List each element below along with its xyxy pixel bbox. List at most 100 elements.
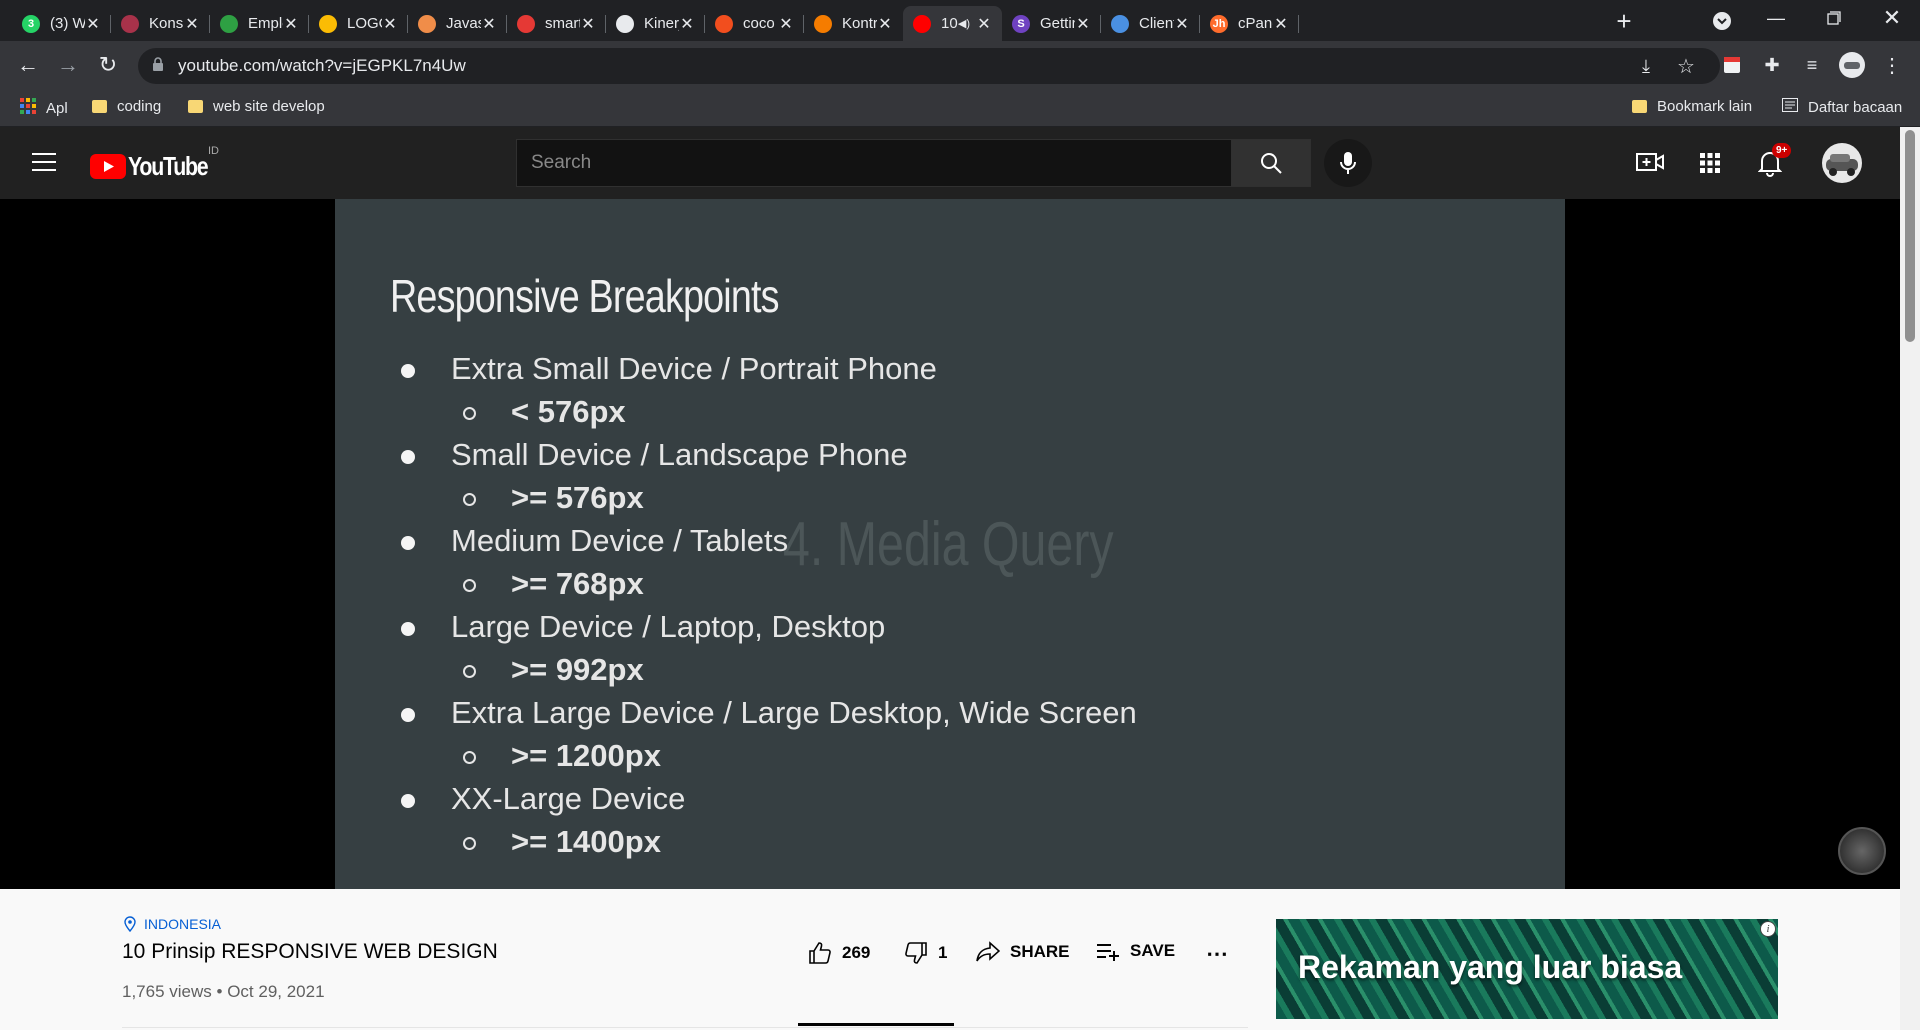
youtube-logo[interactable]: YouTube [90, 151, 225, 182]
browser-tab[interactable]: Konsultasi✕ [111, 6, 210, 41]
tab-favicon-icon [517, 14, 535, 33]
tab-favicon-icon [715, 14, 733, 33]
tab-favicon-icon [1111, 14, 1129, 33]
bookmark-folder-web[interactable]: web site develop [188, 98, 325, 115]
bullet-circle [463, 493, 476, 506]
tab-close-icon[interactable]: ✕ [481, 14, 497, 34]
tab-close-icon[interactable]: ✕ [85, 14, 101, 34]
back-icon[interactable]: ← [12, 49, 44, 81]
video-info-section: INDONESIA 10 Prinsip RESPONSIVE WEB DESI… [0, 889, 1900, 1030]
like-button[interactable]: 269 [808, 941, 870, 965]
browser-tab[interactable]: Client ✕ [1101, 6, 1200, 41]
tab-favicon-icon [121, 14, 139, 33]
tab-audio-icon[interactable]: ◀) [958, 17, 970, 30]
tab-close-icon[interactable]: ✕ [679, 14, 695, 34]
browser-tab[interactable]: Kontrak✕ [804, 6, 903, 41]
ad-info-icon[interactable]: i [1760, 921, 1776, 937]
save-button[interactable]: SAVE [1096, 941, 1175, 961]
tab-close-icon[interactable]: ✕ [382, 14, 398, 34]
bullet-circle [463, 837, 476, 850]
playlist-add-icon [1097, 944, 1119, 961]
bullet-dot [401, 364, 415, 378]
reload-icon[interactable]: ↻ [92, 49, 124, 81]
breakpoint-value: >= 992px [511, 652, 644, 687]
tab-favicon-icon: 3 [22, 14, 40, 33]
folder-icon [1632, 100, 1647, 113]
tab-close-icon[interactable]: ✕ [1075, 14, 1091, 34]
like-count: 269 [842, 943, 871, 962]
minimize-icon[interactable]: — [1760, 2, 1792, 34]
thumbs-down-icon [905, 942, 927, 964]
media-control-icon[interactable]: ≡ [1796, 49, 1828, 81]
more-actions-icon[interactable]: ⋯ [1206, 941, 1229, 967]
tab-close-icon[interactable]: ✕ [877, 14, 893, 34]
browser-tab[interactable]: smarthome✕ [507, 6, 606, 41]
browser-tab[interactable]: 3 (3) WhatsApp✕ [12, 6, 111, 41]
account-avatar[interactable] [1822, 143, 1862, 183]
video-meta: 1,765 views • Oct 29, 2021 [122, 982, 325, 1001]
tab-favicon-icon [220, 14, 238, 33]
bullet-circle [463, 751, 476, 764]
browser-tab[interactable]: coco p✕ [705, 6, 804, 41]
tab-title: smarthome [545, 15, 580, 32]
install-icon[interactable]: ⤓ [1630, 50, 1662, 82]
bullet-dot [401, 536, 415, 550]
new-tab-icon[interactable]: + [1608, 5, 1640, 37]
tab-close-icon[interactable]: ✕ [283, 14, 299, 34]
browser-tab[interactable]: Javascript✕ [408, 6, 507, 41]
scrollbar-thumb[interactable] [1905, 130, 1915, 342]
bullet-dot [401, 622, 415, 636]
profile-avatar[interactable] [1836, 49, 1868, 81]
channel-watermark[interactable] [1838, 827, 1886, 875]
ad-banner[interactable]: Rekaman yang luar biasa [1276, 919, 1778, 1019]
view-count: 1,765 views [122, 982, 212, 1001]
bookmark-folder-other[interactable]: Bookmark lain [1632, 98, 1752, 115]
dislike-button[interactable]: 1 [904, 941, 947, 965]
forward-icon[interactable]: → [52, 49, 84, 81]
restore-icon[interactable] [1818, 2, 1850, 34]
bookmark-star-icon[interactable]: ☆ [1670, 50, 1702, 82]
reading-list[interactable]: Daftar bacaan [1782, 98, 1902, 116]
browser-tab[interactable]: Employee✕ [210, 6, 309, 41]
tab-close-icon[interactable]: ✕ [184, 14, 200, 34]
tab-close-icon[interactable]: ✕ [1174, 14, 1190, 34]
share-button[interactable]: SHARE [976, 941, 1070, 963]
youtube-play-icon [90, 154, 126, 179]
tab-title: LOGO [347, 15, 382, 32]
tab-close-icon[interactable]: ✕ [1273, 14, 1289, 34]
bookmarks-bar: Apl coding web site develop Bookmark lai… [0, 89, 1920, 127]
guide-menu-icon[interactable] [32, 153, 56, 176]
tab-close-icon[interactable]: ✕ [976, 14, 992, 34]
tab-favicon-icon [418, 14, 436, 33]
bullet-circle [463, 579, 476, 592]
search-input[interactable]: Search [516, 139, 1232, 187]
bookmark-folder-coding[interactable]: coding [92, 98, 161, 115]
video-player[interactable]: 4. Media Query Responsive Breakpoints Ex… [0, 199, 1900, 889]
address-bar[interactable]: youtube.com/watch?v=jEGPKL7n4Uw ⤓ ☆ [138, 48, 1720, 84]
search-button[interactable] [1231, 139, 1311, 187]
browser-tab[interactable]: S Getting✕ [1002, 6, 1101, 41]
browser-tab[interactable]: 10 ◀) ✕ [903, 6, 1002, 41]
tab-close-icon[interactable]: ✕ [778, 14, 794, 34]
tab-search-icon[interactable] [1706, 5, 1738, 37]
breakpoint-value: >= 576px [511, 480, 644, 515]
menu-kebab-icon[interactable]: ⋮ [1876, 49, 1908, 81]
location-tag[interactable]: INDONESIA [124, 916, 221, 932]
voice-search-button[interactable] [1324, 139, 1372, 187]
close-window-icon[interactable]: ✕ [1876, 2, 1908, 34]
browser-tab[interactable]: Kinerja✕ [606, 6, 705, 41]
notifications-icon[interactable]: 9+ [1757, 143, 1792, 182]
breakpoint-label: Medium Device / Tablets [451, 523, 789, 558]
notification-badge: 9+ [1772, 143, 1792, 158]
tab-close-icon[interactable]: ✕ [580, 14, 596, 34]
url-text: youtube.com/watch?v=jEGPKL7n4Uw [178, 56, 466, 75]
apps-icon[interactable] [1700, 153, 1720, 178]
bookmark-apps[interactable]: Apl [20, 98, 68, 118]
extension-icon[interactable] [1716, 49, 1748, 81]
browser-tab[interactable]: LOGO✕ [309, 6, 408, 41]
extensions-puzzle-icon[interactable]: ✚ [1756, 49, 1788, 81]
create-video-icon[interactable] [1636, 151, 1664, 178]
breakpoint-label: XX-Large Device [451, 781, 686, 816]
share-icon [976, 941, 1000, 962]
browser-tab[interactable]: Jh cPanel✕ [1200, 6, 1299, 41]
